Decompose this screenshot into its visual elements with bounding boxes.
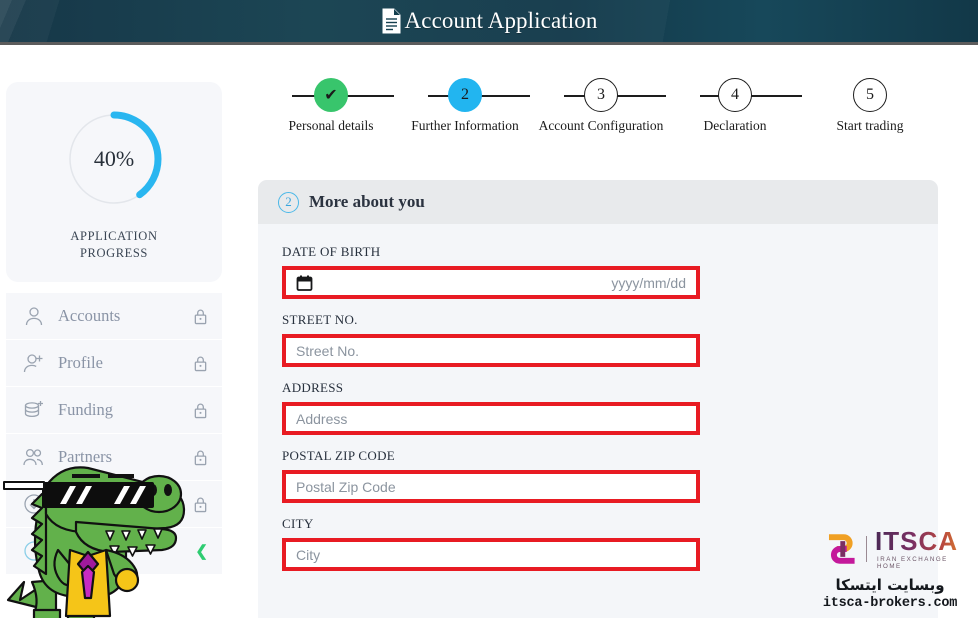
field-street-no: STREET NO. Street No. <box>282 312 916 367</box>
watermark-tagline: IRAN EXCHANGE HOME <box>877 556 948 570</box>
street-no-input[interactable]: Street No. <box>282 334 700 367</box>
step-indicator: 3 <box>597 86 605 103</box>
sidebar-item-label: Accounts <box>58 306 121 325</box>
step-label-1: Personal details <box>288 118 374 133</box>
users-icon <box>23 448 43 466</box>
user-plus-icon <box>23 354 43 373</box>
itsca-logo-icon <box>828 534 855 564</box>
chevron-left-icon[interactable]: ❮ <box>195 542 208 560</box>
watermark-persian-text: وبسایت ایتسکا <box>835 576 945 594</box>
step-label-2: Further Information <box>411 118 519 133</box>
step-1-personal-details[interactable]: ✔ <box>314 78 348 112</box>
application-stepper: ✔ 2 3 4 5 Personal details Further Infor… <box>258 78 948 140</box>
field-address: ADDRESS Address <box>282 380 916 435</box>
sidebar-item-partners[interactable]: Partners <box>6 434 222 480</box>
sidebar-item-label: Funding <box>58 400 114 419</box>
progress-ring: 40% <box>63 108 165 210</box>
step-indicator: 2 <box>461 86 469 103</box>
progress-percent: 40% <box>93 146 135 171</box>
sidebar-item-funding[interactable]: Funding <box>6 387 222 433</box>
itsca-watermark: ITSCA IRAN EXCHANGE HOME وبسایت ایتسکا i… <box>806 528 974 614</box>
watermark-brand: ITSCA <box>875 528 974 554</box>
field-postal-zip-code: POSTAL ZIP CODE Postal Zip Code <box>282 448 916 503</box>
page-title: Account Application <box>381 8 598 34</box>
watermark-brand-block: ITSCA IRAN EXCHANGE HOME <box>875 528 974 570</box>
sidebar-item-accounts[interactable]: Accounts <box>6 293 222 339</box>
download-icon <box>24 494 44 514</box>
step-label-4: Declaration <box>703 118 767 133</box>
watermark-url: itsca-brokers.com <box>822 596 958 611</box>
step-4-declaration[interactable]: 4 <box>718 78 752 112</box>
progress-caption-line2: PROGRESS <box>79 246 148 260</box>
postal-zip-code-placeholder: Postal Zip Code <box>296 478 396 495</box>
address-input[interactable]: Address <box>282 402 700 435</box>
watermark-divider <box>865 536 868 562</box>
lock-icon <box>194 356 207 371</box>
step-3-account-configuration[interactable]: 3 <box>584 78 618 112</box>
field-label: DATE OF BIRTH <box>282 244 381 259</box>
sidebar-item-profile[interactable]: Profile <box>6 340 222 386</box>
postal-zip-code-input[interactable]: Postal Zip Code <box>282 470 700 503</box>
step-indicator: 4 <box>731 86 739 103</box>
coins-plus-icon <box>24 401 43 418</box>
sidebar-item-label: Profile <box>58 353 103 372</box>
app-header: Account Application <box>0 0 978 42</box>
lock-icon <box>194 450 207 465</box>
step-label-3: Account Configuration <box>538 118 664 133</box>
step-indicator: ✔ <box>324 87 338 104</box>
city-input[interactable]: City <box>282 538 700 571</box>
step-5-start-trading[interactable]: 5 <box>853 78 887 112</box>
step-label-5: Start trading <box>836 118 904 133</box>
sidebar-collapse-row[interactable]: ❮ <box>6 528 222 574</box>
sidebar-item-label: Downloads <box>58 494 134 513</box>
form-panel-title: More about you <box>309 192 425 211</box>
document-icon <box>382 8 401 34</box>
field-label: POSTAL ZIP CODE <box>282 448 396 463</box>
street-no-placeholder: Street No. <box>296 342 360 359</box>
lock-icon <box>194 403 207 418</box>
step-indicator: 5 <box>866 86 874 103</box>
field-date-of-birth: DATE OF BIRTH yyyy/mm/dd <box>282 244 916 299</box>
city-placeholder: City <box>296 546 321 563</box>
step-2-further-information[interactable]: 2 <box>448 78 482 112</box>
step-badge: 2 <box>278 191 299 213</box>
sidebar: 40% APPLICATION PROGRESS Accounts Profil… <box>6 82 222 575</box>
application-progress-card: 40% APPLICATION PROGRESS <box>6 82 222 282</box>
field-label: ADDRESS <box>282 380 344 395</box>
lock-icon <box>194 497 207 512</box>
progress-caption: APPLICATION PROGRESS <box>70 228 157 262</box>
calendar-icon[interactable] <box>296 275 313 291</box>
watermark-logo-row: ITSCA IRAN EXCHANGE HOME <box>806 528 974 570</box>
circle-icon <box>24 541 44 561</box>
sidebar-item-label: Partners <box>58 447 113 466</box>
form-panel-body: DATE OF BIRTH yyyy/mm/dd STREET NO. Stre… <box>258 224 938 571</box>
header-divider <box>0 42 978 45</box>
date-of-birth-placeholder: yyyy/mm/dd <box>611 274 686 291</box>
sidebar-menu: Accounts Profile Funding Partners Downlo… <box>6 293 222 574</box>
sidebar-item-downloads[interactable]: Downloads <box>6 481 222 527</box>
progress-caption-line1: APPLICATION <box>70 229 158 243</box>
lock-icon <box>194 309 207 324</box>
field-label: STREET NO. <box>282 312 358 327</box>
date-of-birth-input[interactable]: yyyy/mm/dd <box>282 266 700 299</box>
address-placeholder: Address <box>296 410 348 427</box>
form-panel-header: 2 More about you <box>258 180 938 224</box>
page-title-text: Account Application <box>404 8 598 33</box>
user-icon <box>25 307 43 326</box>
